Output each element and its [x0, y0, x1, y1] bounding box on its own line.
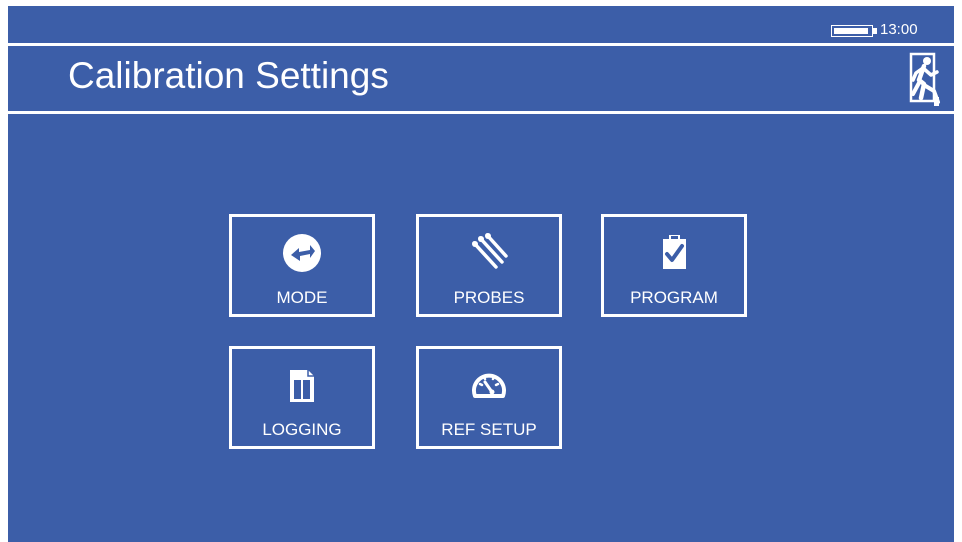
swap-arrows-icon [282, 233, 322, 273]
battery-terminal [873, 28, 877, 34]
logging-label: LOGGING [262, 420, 342, 439]
probes-button[interactable]: PROBES [416, 214, 562, 317]
battery-icon [831, 25, 873, 37]
header-bottom-divider [8, 111, 954, 114]
probes-label: PROBES [453, 288, 525, 307]
battery-level-fill [834, 28, 868, 34]
log-book-icon [282, 365, 322, 405]
exit-button[interactable] [908, 51, 942, 109]
ref-setup-button[interactable]: REF SETUP [416, 346, 562, 449]
exit-running-man-icon [909, 52, 940, 106]
calibration-settings-screen: 13:00 Calibration Settings MODE PROBES P… [8, 6, 954, 542]
clipboard-check-icon [654, 233, 694, 273]
logging-button[interactable]: LOGGING [229, 346, 375, 449]
program-label: PROGRAM [630, 288, 718, 307]
clock-text: 13:00 [880, 21, 918, 38]
mode-button[interactable]: MODE [229, 214, 375, 317]
page-title: Calibration Settings [68, 55, 389, 96]
header-top-divider [8, 43, 954, 46]
program-button[interactable]: PROGRAM [601, 214, 747, 317]
mode-label: MODE [276, 288, 328, 307]
ref-setup-label: REF SETUP [441, 420, 537, 439]
gauge-icon [469, 365, 509, 405]
probes-icon [469, 233, 509, 273]
